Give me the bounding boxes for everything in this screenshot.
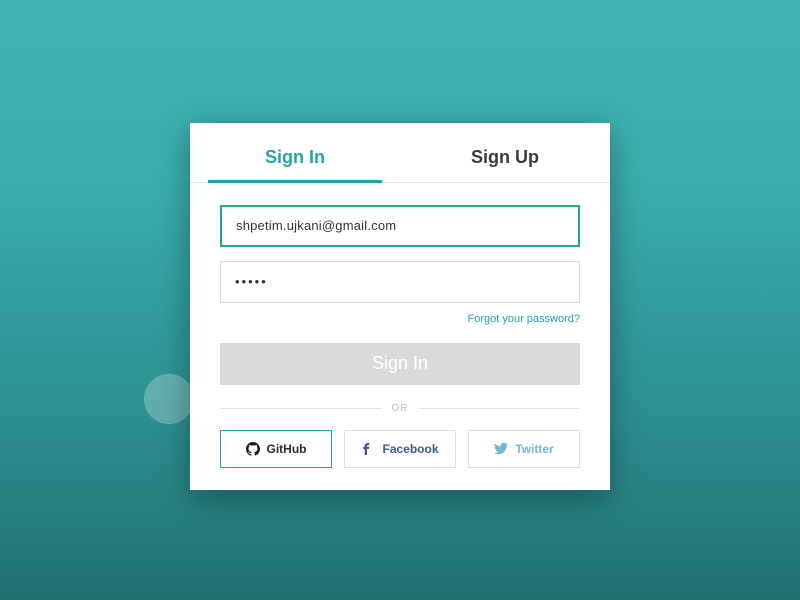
github-icon bbox=[246, 442, 260, 456]
twitter-icon bbox=[494, 442, 508, 456]
facebook-label: Facebook bbox=[382, 442, 438, 456]
tab-sign-up-label: Sign Up bbox=[471, 147, 539, 167]
github-login-button[interactable]: GitHub bbox=[220, 430, 332, 468]
tab-sign-up[interactable]: Sign Up bbox=[400, 137, 610, 182]
auth-tabs: Sign In Sign Up bbox=[190, 123, 610, 183]
pointer-ripple bbox=[145, 375, 193, 423]
divider-line-left bbox=[220, 408, 382, 409]
email-field[interactable] bbox=[220, 205, 580, 247]
social-login-row: GitHub Facebook Twitter bbox=[220, 430, 580, 468]
sign-in-button[interactable]: Sign In bbox=[220, 343, 580, 385]
sign-in-form: Forgot your password? Sign In OR GitHub … bbox=[190, 183, 610, 468]
divider-line-right bbox=[419, 408, 581, 409]
or-label: OR bbox=[392, 403, 409, 414]
facebook-icon bbox=[361, 442, 375, 456]
facebook-login-button[interactable]: Facebook bbox=[344, 430, 456, 468]
twitter-label: Twitter bbox=[515, 442, 553, 456]
or-divider: OR bbox=[220, 403, 580, 414]
forgot-password-link[interactable]: Forgot your password? bbox=[220, 313, 580, 325]
auth-card: Sign In Sign Up Forgot your password? Si… bbox=[190, 123, 610, 490]
twitter-login-button[interactable]: Twitter bbox=[468, 430, 580, 468]
password-field[interactable] bbox=[220, 261, 580, 303]
tab-sign-in-label: Sign In bbox=[265, 147, 325, 167]
tab-sign-in[interactable]: Sign In bbox=[190, 137, 400, 182]
github-label: GitHub bbox=[267, 442, 307, 456]
